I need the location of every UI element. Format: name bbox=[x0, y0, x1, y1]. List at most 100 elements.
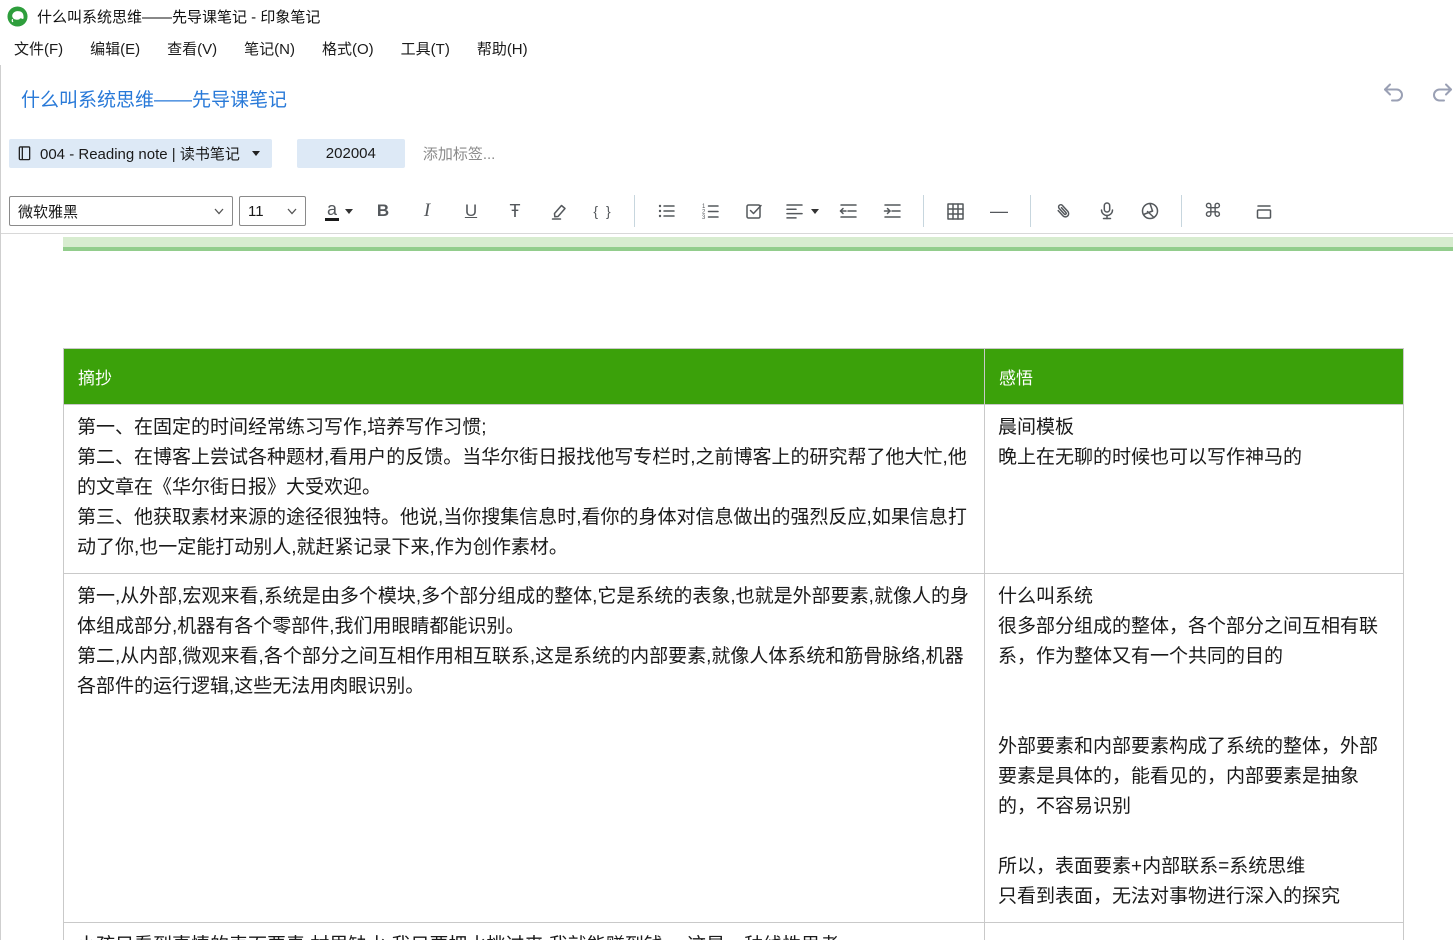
code-block-button[interactable]: { } bbox=[588, 196, 618, 226]
paragraph bbox=[998, 822, 1390, 852]
paragraph: 只看到表面，无法对事物进行深入的探究 bbox=[998, 882, 1390, 912]
paragraph bbox=[998, 702, 1390, 732]
paperclip-icon bbox=[1051, 200, 1073, 222]
align-button[interactable] bbox=[783, 196, 819, 226]
svg-text:3: 3 bbox=[702, 215, 706, 221]
insert-table-button[interactable] bbox=[940, 196, 970, 226]
paragraph: 所以，表面要素+内部联系=系统思维 bbox=[998, 852, 1390, 882]
table-row: 第一、在固定的时间经常练习写作,培养写作习惯;第二、在博客上尝试各种题材,看用户… bbox=[64, 405, 1404, 574]
notebook-selector[interactable]: 004 - Reading note | 读书笔记 bbox=[9, 139, 272, 168]
note-title[interactable]: 什么叫系统思维——先导课笔记 bbox=[21, 85, 1453, 112]
audio-record-button[interactable] bbox=[1091, 196, 1121, 226]
paragraph: 小孩只看到事情的表面要素,村里缺水,我只要把水挑过来,我就能赚到钱。 这是一种线… bbox=[77, 931, 971, 940]
toolbar-separator bbox=[1030, 195, 1031, 227]
paragraph: 晨间模板 bbox=[998, 413, 1390, 443]
table-header-row: 摘抄感悟 bbox=[64, 349, 1404, 405]
highlighter-icon bbox=[548, 200, 570, 222]
microphone-icon bbox=[1095, 200, 1117, 222]
menu-format[interactable]: 格式(O) bbox=[319, 36, 377, 61]
checkbox-icon bbox=[743, 200, 765, 222]
menu-tools[interactable]: 工具(T) bbox=[398, 36, 453, 61]
table-header-cell[interactable]: 感悟 bbox=[985, 349, 1404, 405]
bullet-list-icon bbox=[655, 200, 677, 222]
indent-button[interactable] bbox=[877, 196, 907, 226]
chevron-down-icon bbox=[252, 151, 260, 156]
tag-label: 202004 bbox=[326, 145, 376, 162]
numbered-list-icon: 1 2 3 bbox=[699, 200, 721, 222]
note-meta-row: 004 - Reading note | 读书笔记 202004 添加标签... bbox=[1, 139, 1453, 168]
checkbox-button[interactable] bbox=[739, 196, 769, 226]
notebook-name: 004 - Reading note | 读书笔记 bbox=[40, 143, 240, 164]
paragraph: 第一,从外部,宏观来看,系统是由多个模块,多个部分组成的整体,它是系统的表象,也… bbox=[77, 582, 971, 642]
bullet-list-button[interactable] bbox=[651, 196, 681, 226]
attachment-button[interactable] bbox=[1047, 196, 1077, 226]
chevron-down-icon bbox=[287, 208, 297, 215]
paragraph: 晚上在无聊的时候也可以写作神马的 bbox=[998, 443, 1390, 473]
paragraph: 第二,从内部,微观来看,各个部分之间互相作用相互联系,这是系统的内部要素,就像人… bbox=[77, 642, 971, 702]
paragraph bbox=[998, 931, 1390, 940]
menu-bar: 文件(F) 编辑(E) 查看(V) 笔记(N) 格式(O) 工具(T) 帮助(H… bbox=[0, 32, 1453, 65]
table-cell[interactable]: 小孩只看到事情的表面要素,村里缺水,我只要把水挑过来,我就能赚到钱。 这是一种线… bbox=[64, 923, 985, 940]
content-table: 摘抄感悟第一、在固定的时间经常练习写作,培养写作习惯;第二、在博客上尝试各种题材… bbox=[63, 348, 1404, 940]
notebook-icon bbox=[17, 145, 32, 162]
menu-help[interactable]: 帮助(H) bbox=[474, 36, 531, 61]
table-cell[interactable] bbox=[985, 923, 1404, 940]
evernote-elephant-icon bbox=[7, 6, 28, 27]
chevron-down-icon bbox=[811, 209, 819, 214]
font-family-value: 微软雅黑 bbox=[18, 201, 78, 222]
toolbar-separator bbox=[634, 195, 635, 227]
window-title: 什么叫系统思维——先导课笔记 - 印象笔记 bbox=[37, 6, 320, 27]
indent-icon bbox=[881, 200, 903, 222]
numbered-list-button[interactable]: 1 2 3 bbox=[695, 196, 725, 226]
horizontal-rule-button[interactable]: — bbox=[984, 196, 1014, 226]
note-editor[interactable]: 摘抄感悟第一、在固定的时间经常练习写作,培养写作习惯;第二、在博客上尝试各种题材… bbox=[1, 237, 1453, 940]
menu-note[interactable]: 笔记(N) bbox=[241, 36, 298, 61]
history-buttons bbox=[1381, 81, 1453, 107]
table-grid-icon bbox=[944, 200, 966, 222]
add-tag-input[interactable]: 添加标签... bbox=[423, 143, 496, 164]
font-size-value: 11 bbox=[248, 203, 264, 220]
outdent-icon bbox=[837, 200, 859, 222]
table-cell[interactable]: 第一、在固定的时间经常练习写作,培养写作习惯;第二、在博客上尝试各种题材,看用户… bbox=[64, 405, 985, 574]
save-template-button[interactable] bbox=[1249, 196, 1279, 226]
shortcut-button[interactable]: ⌘ bbox=[1198, 196, 1228, 226]
chevron-down-icon bbox=[214, 208, 224, 215]
note-panel: 什么叫系统思维——先导课笔记 004 - Reading note | 读书笔记… bbox=[0, 65, 1453, 940]
shutter-icon bbox=[1139, 200, 1161, 222]
table-row: 小孩只看到事情的表面要素,村里缺水,我只要把水挑过来,我就能赚到钱。 这是一种线… bbox=[64, 923, 1404, 940]
font-family-select[interactable]: 微软雅黑 bbox=[9, 196, 233, 226]
strikethrough-button[interactable]: Ŧ bbox=[500, 196, 530, 226]
tray-icon bbox=[1253, 200, 1275, 222]
paragraph: 第二、在博客上尝试各种题材,看用户的反馈。当华尔街日报找他写专栏时,之前博客上的… bbox=[77, 443, 971, 503]
italic-button[interactable]: I bbox=[412, 196, 442, 226]
undo-icon[interactable] bbox=[1381, 81, 1407, 107]
paragraph: 第三、他获取素材来源的途径很独特。他说,当你搜集信息时,看你的身体对信息做出的强… bbox=[77, 503, 971, 563]
font-size-select[interactable]: 11 bbox=[239, 196, 306, 226]
menu-file[interactable]: 文件(F) bbox=[11, 36, 66, 61]
paragraph: 很多部分组成的整体，各个部分之间互相有联系，作为整体又有一个共同的目的 bbox=[998, 612, 1390, 672]
align-left-icon bbox=[783, 200, 805, 222]
table-cell[interactable]: 第一,从外部,宏观来看,系统是由多个模块,多个部分组成的整体,它是系统的表象,也… bbox=[64, 574, 985, 923]
paragraph bbox=[998, 672, 1390, 702]
menu-edit[interactable]: 编辑(E) bbox=[87, 36, 143, 61]
outdent-button[interactable] bbox=[833, 196, 863, 226]
menu-view[interactable]: 查看(V) bbox=[164, 36, 220, 61]
window-titlebar: 什么叫系统思维——先导课笔记 - 印象笔记 bbox=[0, 0, 1453, 32]
table-cell[interactable]: 什么叫系统很多部分组成的整体，各个部分之间互相有联系，作为整体又有一个共同的目的… bbox=[985, 574, 1404, 923]
formatting-toolbar: 微软雅黑 11 a B I U Ŧ { } bbox=[1, 189, 1453, 234]
paragraph: 什么叫系统 bbox=[998, 582, 1390, 612]
font-color-icon: a bbox=[325, 201, 339, 221]
table-cell[interactable]: 晨间模板晚上在无聊的时候也可以写作神马的 bbox=[985, 405, 1404, 574]
highlighted-line-partial bbox=[63, 237, 1453, 251]
screenshot-button[interactable] bbox=[1135, 196, 1165, 226]
chevron-down-icon bbox=[345, 209, 353, 214]
redo-icon[interactable] bbox=[1429, 81, 1453, 107]
paragraph: 第一、在固定的时间经常练习写作,培养写作习惯; bbox=[77, 413, 971, 443]
highlight-button[interactable] bbox=[544, 196, 574, 226]
tag-badge[interactable]: 202004 bbox=[297, 139, 405, 168]
note-header: 什么叫系统思维——先导课笔记 bbox=[1, 65, 1453, 112]
font-color-button[interactable]: a bbox=[324, 196, 354, 226]
bold-button[interactable]: B bbox=[368, 196, 398, 226]
underline-button[interactable]: U bbox=[456, 196, 486, 226]
table-header-cell[interactable]: 摘抄 bbox=[64, 349, 985, 405]
